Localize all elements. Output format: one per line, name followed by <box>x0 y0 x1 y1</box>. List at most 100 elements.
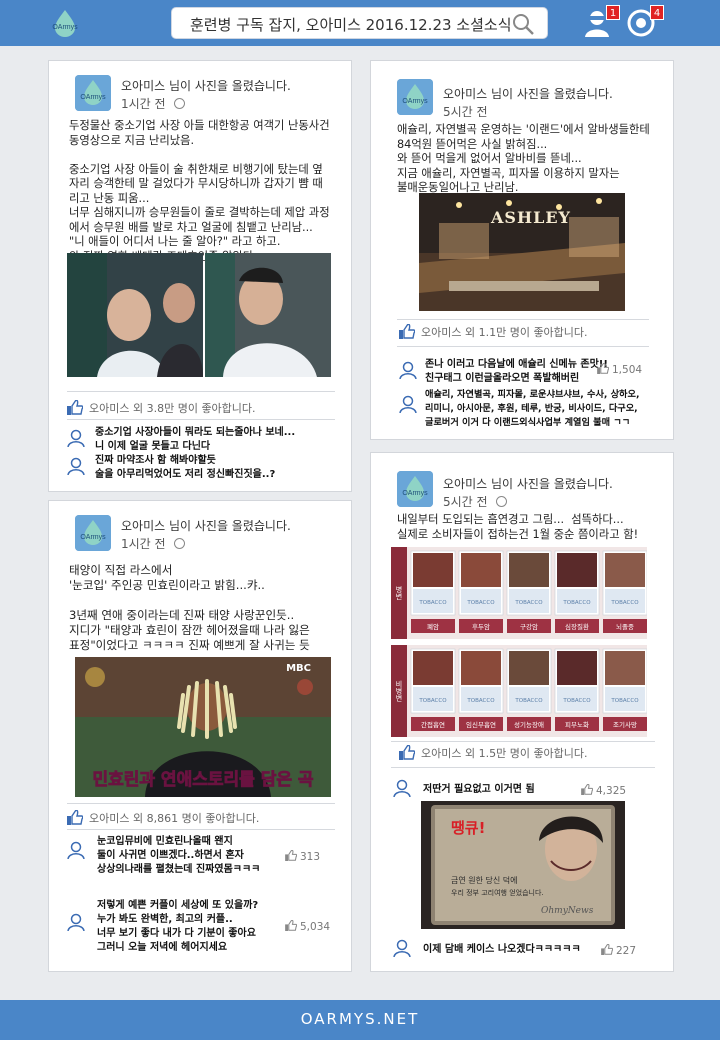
post-author[interactable]: 오아미스 님이 사진을 올렸습니다. <box>121 77 291 94</box>
post-photo-airplane-2[interactable] <box>205 253 331 377</box>
warning-row-label: 비병변 <box>395 680 403 702</box>
comment-text: 존나 이러고 다음날에 애슐리 신메뉴 존맛!! 친구태그 이런글올라오면 폭발… <box>425 359 608 384</box>
user-icon[interactable] <box>67 841 85 859</box>
user-icon[interactable] <box>399 395 417 413</box>
warning-photo <box>509 553 549 587</box>
divider <box>67 803 335 804</box>
comment-likes[interactable]: 227 <box>601 944 636 957</box>
post-text-line: 84억원 뜯어먹은 사실 밝혀짐... <box>397 137 548 151</box>
warning-photo <box>509 651 549 685</box>
globe-icon <box>173 98 185 109</box>
footer-text[interactable]: OARMYS.NET <box>0 1010 720 1028</box>
user-icon[interactable] <box>67 429 85 447</box>
svg-text:OArmys: OArmys <box>52 24 78 31</box>
search-icon[interactable] <box>511 12 535 36</box>
post-text-line: 와 뜯어 먹을게 없어서 알바비를 뜯네... <box>397 152 582 165</box>
comment-likes[interactable]: 313 <box>285 850 320 863</box>
post-text-line: 3년째 연애 중이라는데 진짜 태양 사랑꾼인듯.. <box>69 608 295 622</box>
like-summary-text: 오아미스 외 8,861 명이 좋아합니다. <box>89 812 260 825</box>
pack-brand: TOBACCO <box>466 698 495 704</box>
avatar[interactable]: OArmys <box>75 515 111 551</box>
like-summary[interactable]: 오아미스 외 3.8만 명이 좋아합니다. <box>67 400 256 416</box>
post-time-text: 5시간 전 <box>443 495 488 509</box>
warning-caption: 간접흡연 <box>421 720 445 729</box>
post-author[interactable]: 오아미스 님이 사진을 올렸습니다. <box>443 85 613 102</box>
comment-likes[interactable]: 5,034 <box>285 920 330 933</box>
warning-caption: 폐암 <box>427 622 439 631</box>
pack-brand: TOBACCO <box>562 600 591 606</box>
pack-brand: TOBACCO <box>466 600 495 606</box>
pack-brand: TOBACCO <box>418 600 447 606</box>
warning-photo <box>413 553 453 587</box>
post-text-line: 내일부터 도입되는 흡연경고 그림... 섬뜩하다... <box>397 513 624 526</box>
divider <box>391 741 655 742</box>
post-time-text: 1시간 전 <box>121 97 166 111</box>
svg-text:OArmys: OArmys <box>402 98 428 105</box>
post-photo-airplane-1[interactable] <box>67 253 203 377</box>
post-text-line: 에서 승무원 배를 발로 차고 얼굴에 침뱉고 난리남... <box>69 220 313 234</box>
post-text-line: 태양이 직접 라스에서 <box>69 563 173 577</box>
comment-likes[interactable]: 4,325 <box>581 784 626 797</box>
search-bar[interactable]: 훈련병 구독 잡지, 오아미스 2016.12.23 소셜소식 <box>171 7 548 39</box>
messages-badge: 4 <box>650 5 664 20</box>
post-text-line: 애슐리, 자연별곡 운영하는 '이랜드'에서 알바생들한테 <box>397 123 650 136</box>
post-text-line: "니 애들이 어디서 나는 줄 알아?" 라고 하고. <box>69 235 281 248</box>
post-author[interactable]: 오아미스 님이 사진을 올렸습니다. <box>443 475 613 492</box>
photo-sign: ASHLEY <box>490 208 571 227</box>
user-icon[interactable] <box>67 913 85 931</box>
user-icon[interactable] <box>67 457 85 475</box>
user-icon[interactable] <box>399 361 417 379</box>
post-author[interactable]: 오아미스 님이 사진을 올렸습니다. <box>121 517 291 534</box>
post-photo-restaurant[interactable]: ASHLEY <box>419 193 625 311</box>
globe-icon <box>495 496 507 507</box>
post-text-line: 중소기업 사장 아들이 술 취한채로 비행기에 탔는데 옆 <box>69 162 323 176</box>
comment-text: 눈코입뮤비에 민효린나올때 왠지 둘이 사귀면 이쁘겠다..하면서 혼자 상상의… <box>97 836 261 875</box>
svg-text:MBC: MBC <box>286 663 311 674</box>
post-text: 두정물산 중소기업 사장 아들 대한항공 여객기 난동사건 동영상으로 지금 난… <box>69 119 330 264</box>
comment-text: 저딴거 필요없고 이거면 됨 <box>423 784 535 795</box>
comment-likes[interactable]: 1,504 <box>597 363 642 376</box>
comment: 중소기업 사장아들이 뭐라도 되는줄아나 보네... 니 이제 얼굴 못들고 다… <box>95 426 295 454</box>
like-summary[interactable]: 오아미스 외 1.1만 명이 좋아합니다. <box>399 324 588 340</box>
post-text-line: 지금 애슐리, 자연별곡, 피자몰 이용하지 말자는 <box>397 166 620 180</box>
post-text-line: '눈코입' 주인공 민효린이라고 밝힘...캬.. <box>69 578 265 592</box>
warning-caption: 성기능장애 <box>514 720 544 729</box>
messages-icon[interactable]: 4 <box>626 5 664 38</box>
post-card: OArmys 오아미스 님이 사진을 올렸습니다. 1시간 전 두정물산 중소기… <box>48 60 352 492</box>
top-navigation-bar: OArmys 훈련병 구독 잡지, 오아미스 2016.12.23 소셜소식 1… <box>0 0 720 46</box>
divider <box>397 346 649 347</box>
user-icon[interactable] <box>393 779 411 797</box>
avatar[interactable]: OArmys <box>397 79 433 115</box>
pack-brand: TOBACCO <box>514 600 543 606</box>
warning-caption: 구강암 <box>520 622 538 631</box>
comment-likes-count: 1,504 <box>612 364 643 376</box>
post-text-line: 표정"이었다고 ㅋㅋㅋㅋ 진짜 예쁘게 잘 사귀는 듯 <box>69 638 310 652</box>
svg-text:OArmys: OArmys <box>80 534 106 541</box>
post-text-line: 너무 심해지니까 승무원들이 줄로 결박하는데 제압 과정 <box>69 206 330 219</box>
avatar[interactable]: OArmys <box>397 471 433 507</box>
like-summary-text: 오아미스 외 1.1만 명이 좋아합니다. <box>421 326 588 339</box>
thumbs-up-icon <box>601 944 613 955</box>
avatar[interactable]: OArmys <box>75 75 111 111</box>
pack-brand: TOBACCO <box>514 698 543 704</box>
like-summary-text: 오아미스 외 1.5만 명이 좋아합니다. <box>421 747 588 760</box>
pack-brand: TOBACCO <box>418 698 447 704</box>
post-photo-cigarette-warnings[interactable]: 병변 TOBACCO 폐암 TOBACCO 후두암 TOBACCO 구강암 TOBACCO 심장… <box>391 547 647 737</box>
post-photo-cigarette-case[interactable]: 땡큐! 금연 원한 당신 덕에 우리 정부 고리여행 얻었습니다. OhmyNe… <box>421 801 625 929</box>
warning-photo <box>605 651 645 685</box>
like-summary[interactable]: 오아미스 외 8,861 명이 좋아합니다. <box>67 810 259 826</box>
like-summary[interactable]: 오아미스 외 1.5만 명이 좋아합니다. <box>399 745 588 761</box>
post-text-line: 동영상으로 지금 난리났음. <box>69 133 195 147</box>
comment: 애슐리, 자연별곡, 피자몰, 로운샤브샤브, 수사, 상하오, 리미니, 아시… <box>425 388 639 430</box>
warning-caption: 후두암 <box>472 623 490 631</box>
globe-icon <box>173 538 185 549</box>
comment: 눈코입뮤비에 민효린나올때 왠지 둘이 사귀면 이쁘겠다..하면서 혼자 상상의… <box>97 835 260 877</box>
post-text-line <box>69 593 310 608</box>
user-icon[interactable] <box>393 939 411 957</box>
notifications-icon[interactable]: 1 <box>582 5 620 38</box>
footer-bar: OARMYS.NET <box>0 1000 720 1040</box>
site-logo[interactable]: OArmys <box>48 8 82 38</box>
post-card: OArmys 오아미스 님이 사진을 올렸습니다. 1시간 전 태양이 직접 라… <box>48 500 352 972</box>
warning-caption: 조기사망 <box>613 720 637 729</box>
post-photo-tv-show[interactable]: MBC 민효린과 연애스토리를 담은 곡 <box>75 657 331 797</box>
